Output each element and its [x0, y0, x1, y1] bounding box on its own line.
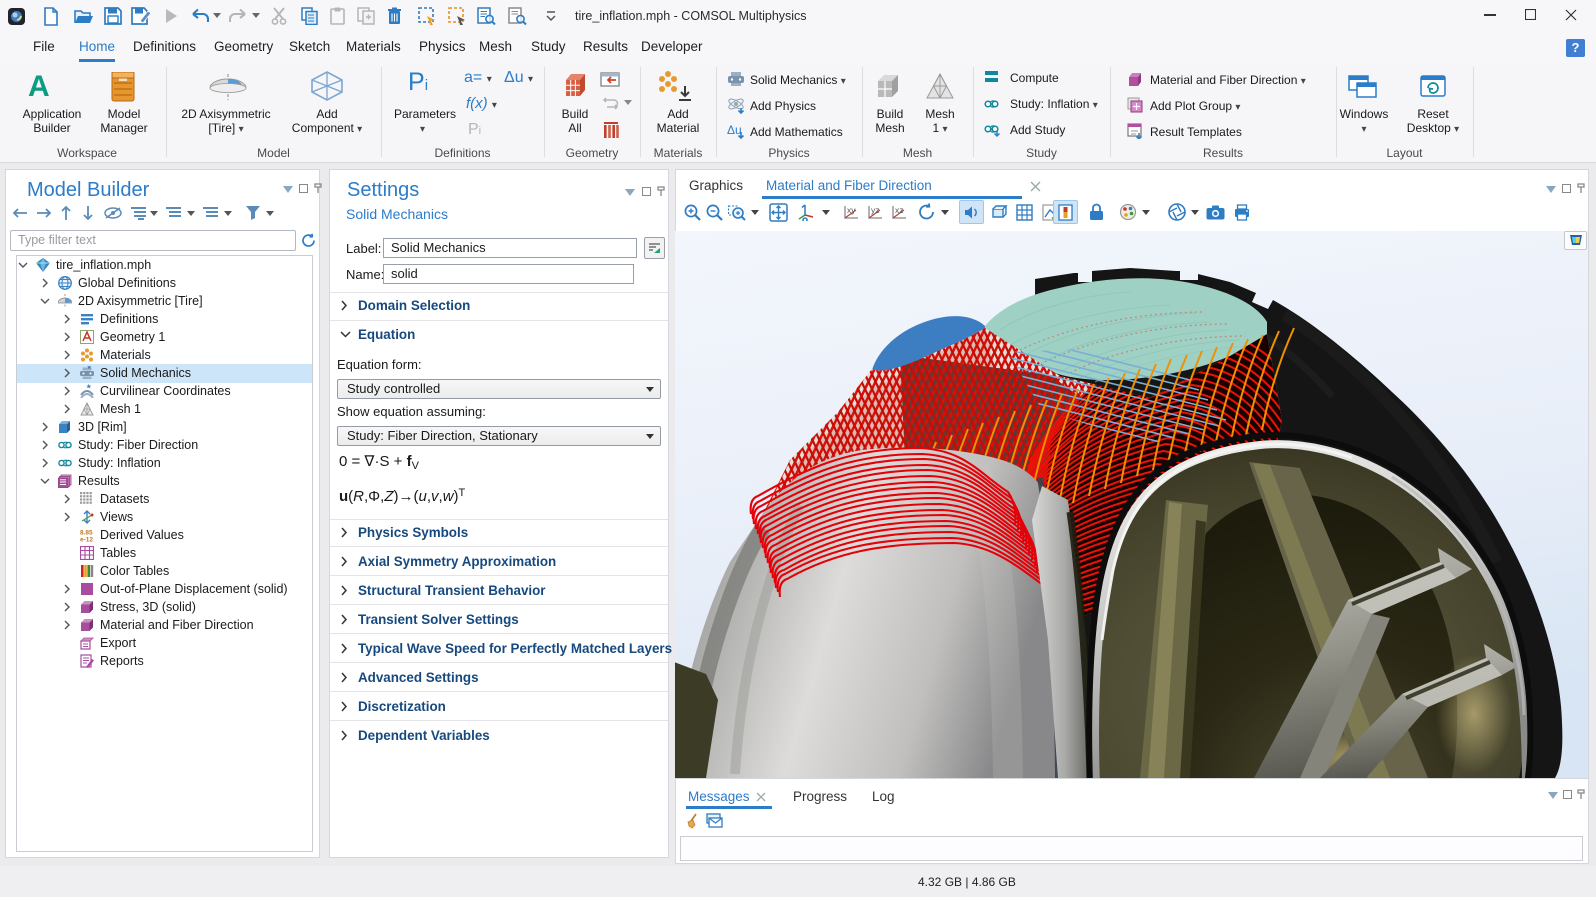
- svg-text:8.85: 8.85: [80, 530, 93, 537]
- svg-text:Δu: Δu: [727, 123, 742, 137]
- svg-text:yz: yz: [871, 205, 880, 215]
- svg-text:xy: xy: [847, 205, 856, 215]
- svg-text:e-12: e-12: [80, 537, 93, 543]
- svg-text:xz: xz: [895, 205, 904, 215]
